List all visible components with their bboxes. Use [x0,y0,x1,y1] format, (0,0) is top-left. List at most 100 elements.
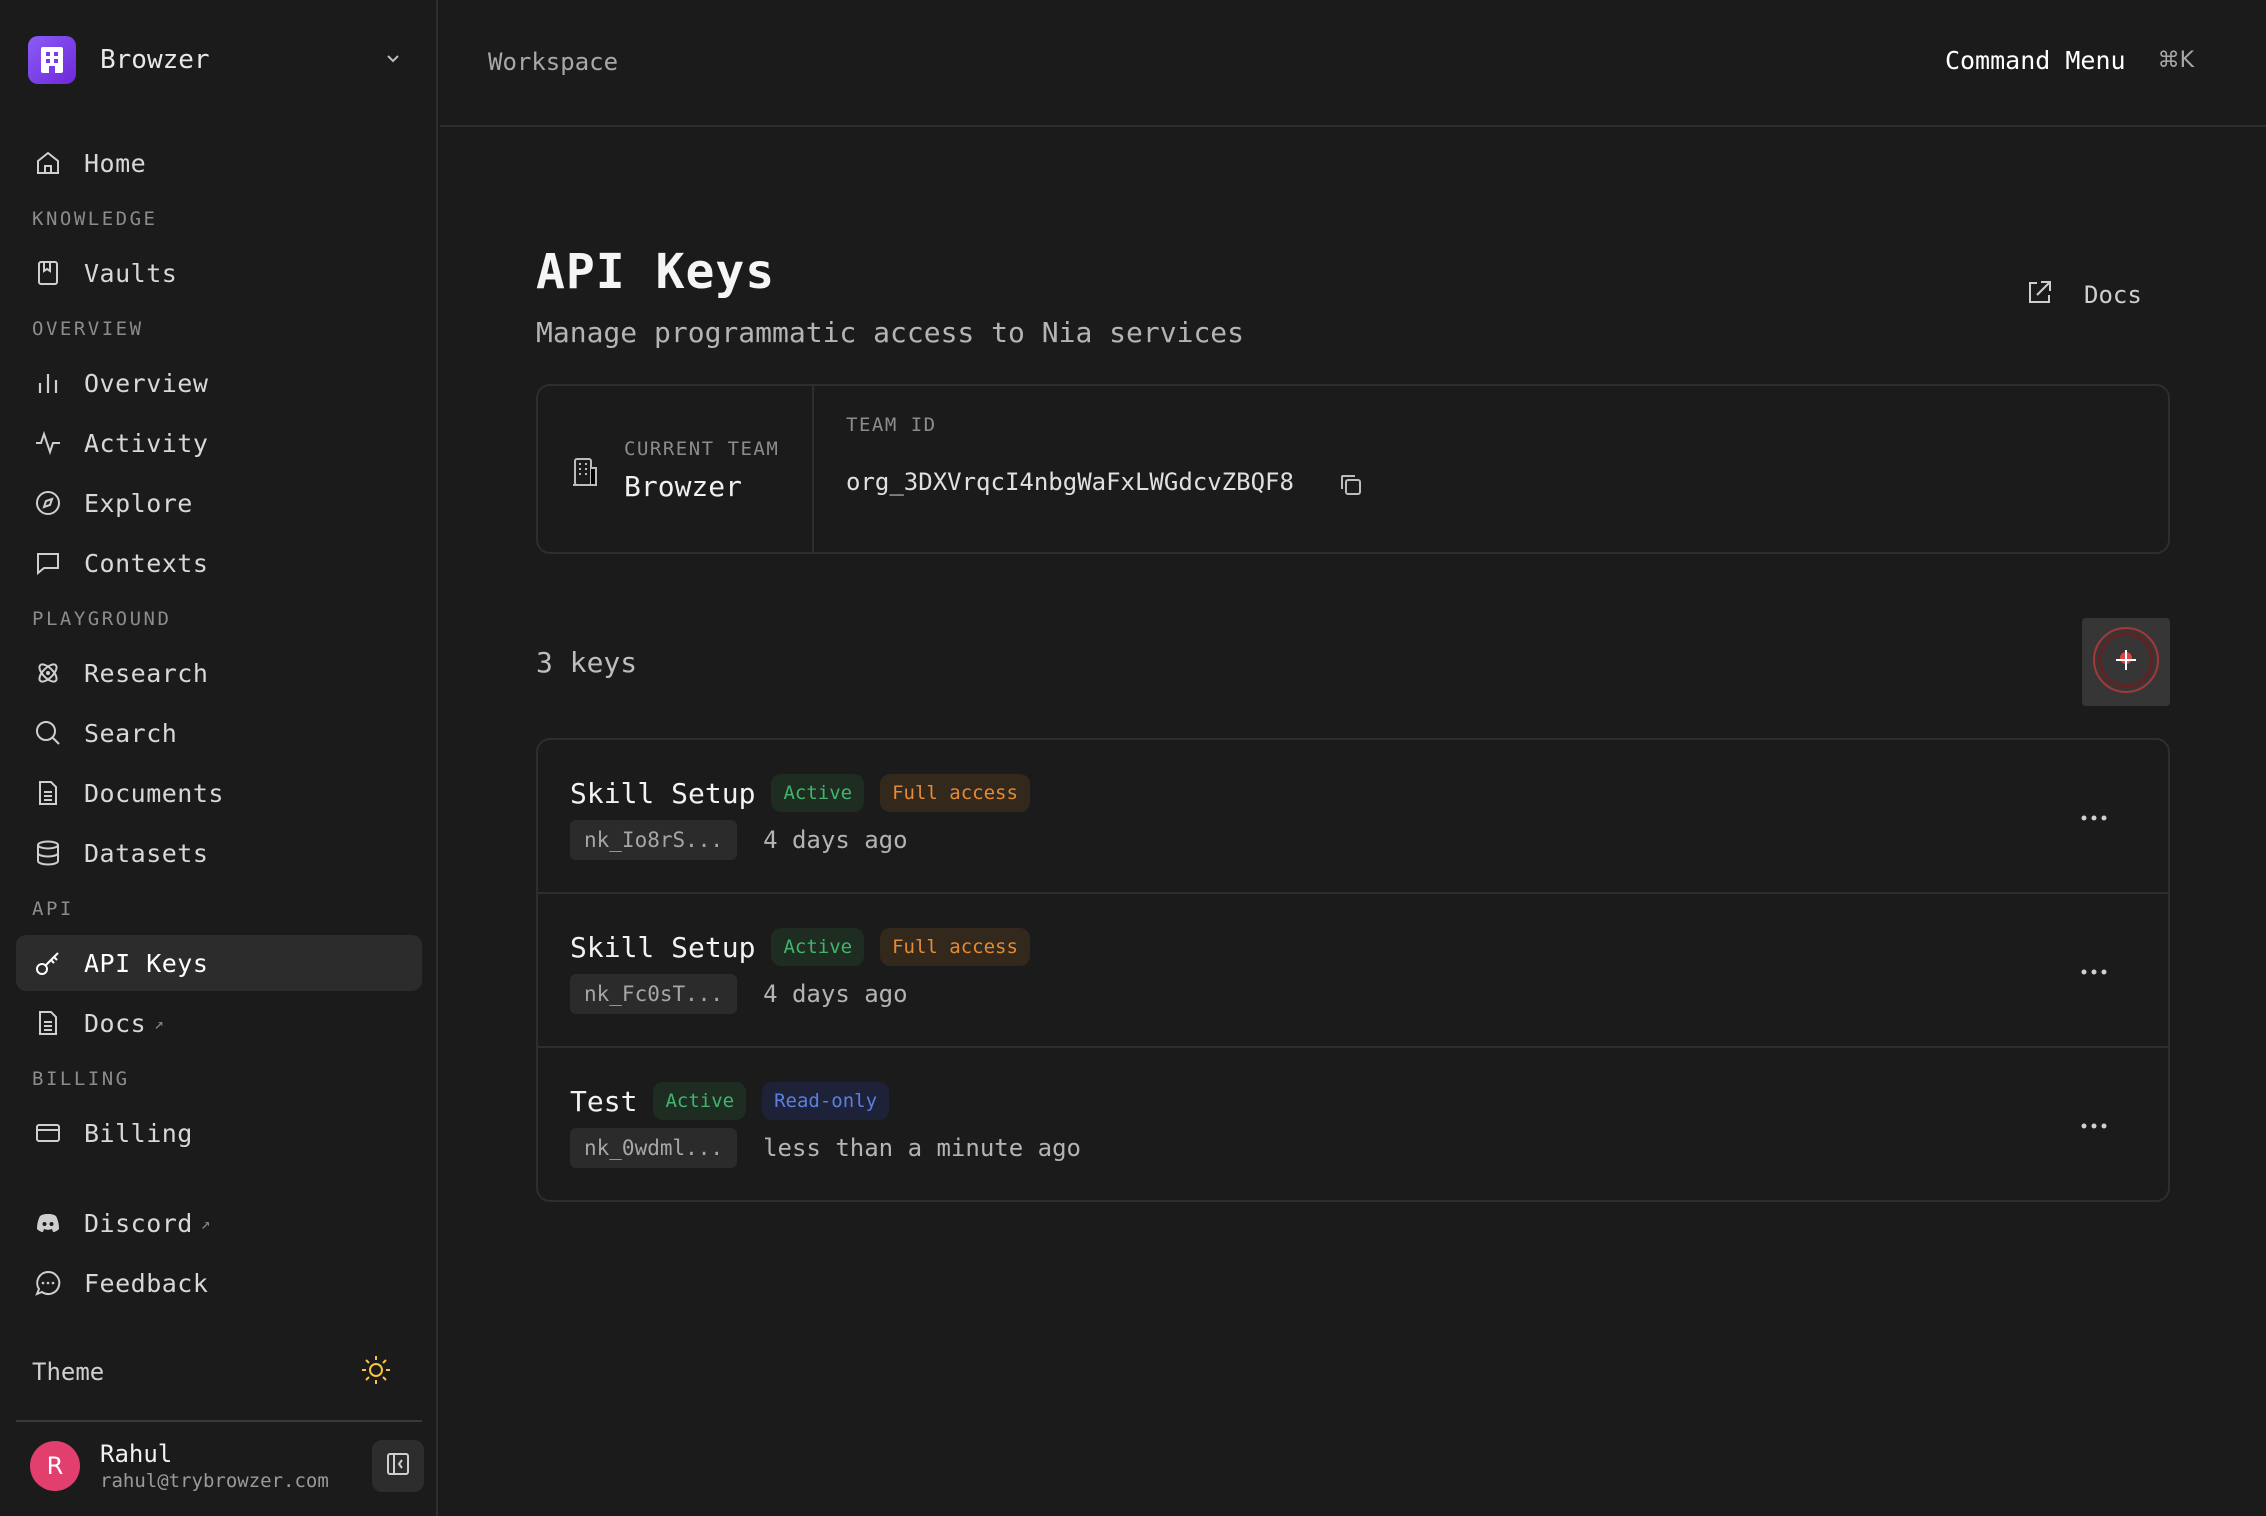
user-info: Rahul rahul@trybrowzer.com [100,1440,329,1492]
key-count: 3 keys [536,646,638,679]
building-icon [570,456,600,492]
sidebar-item-documents[interactable]: Documents [16,765,422,821]
sidebar-item-home[interactable]: Home [16,135,422,191]
command-menu-button[interactable]: Command Menu ⌘K [1945,46,2194,75]
sidebar-item-contexts[interactable]: Contexts [16,535,422,591]
more-options-button[interactable] [2074,950,2114,990]
chevron-down-icon [384,49,402,71]
sidebar-item-label: Contexts [84,548,209,578]
more-options-button[interactable] [2074,1104,2114,1144]
bar-chart-icon [32,367,64,399]
api-keys-list: Skill Setup Active Full access nk_Io8rS.… [536,738,2170,1202]
search-icon [32,717,64,749]
team-id-label: TEAM ID [846,414,937,436]
status-badge: Active [653,1082,747,1120]
sidebar-item-label: API Keys [84,948,209,978]
panel-left-icon [385,1451,411,1481]
shortcut-hint: ⌘K [2157,48,2194,73]
team-card: CURRENT TEAM Browzer TEAM ID org_3DXVrqc… [536,384,2170,554]
sidebar-item-datasets[interactable]: Datasets [16,825,422,881]
message-circle-icon [32,1267,64,1299]
sidebar-item-label: Search [84,718,178,748]
current-team-label: CURRENT TEAM [624,438,780,460]
sidebar-item-vaults[interactable]: Vaults [16,245,422,301]
key-prefix: nk_Io8rS... [570,820,738,860]
copy-icon[interactable] [1338,472,1364,502]
key-prefix: nk_Fc0sT... [570,974,738,1014]
atom-icon [32,657,64,689]
user-menu[interactable]: R Rahul rahul@trybrowzer.com [30,1436,424,1496]
section-knowledge: KNOWLEDGE [32,208,158,230]
section-api: API [32,898,74,920]
credit-card-icon [32,1117,64,1149]
more-horizontal-icon [2080,961,2108,980]
sidebar-item-activity[interactable]: Activity [16,415,422,471]
sidebar: Browzer Home KNOWLEDGE Vaults OVERVIEW O… [0,0,438,1516]
access-badge: Read-only [762,1082,890,1120]
access-badge: Full access [880,928,1030,966]
theme-label: Theme [32,1358,105,1386]
status-badge: Active [771,774,865,812]
section-playground: PLAYGROUND [32,608,172,630]
access-badge: Full access [880,774,1030,812]
sidebar-item-label: Discord [84,1208,193,1238]
sidebar-item-label: Home [84,148,147,178]
top-header: Workspace Command Menu ⌘K [440,0,2266,127]
table-row[interactable]: Skill Setup Active Full access nk_Io8rS.… [538,740,2168,894]
user-email: rahul@trybrowzer.com [100,1470,329,1492]
sidebar-item-discord[interactable]: Discord ↗ [16,1195,422,1251]
team-id-value: org_3DXVrqcI4nbgWaFxLWGdcvZBQF8 [846,468,1294,496]
key-created: 4 days ago [763,980,908,1008]
table-row[interactable]: Test Active Read-only nk_0wdml... less t… [538,1048,2168,1200]
org-name: Browzer [100,45,210,75]
file-text-icon [32,1007,64,1039]
collapse-sidebar-button[interactable] [372,1440,424,1492]
file-text-icon [32,777,64,809]
docs-link[interactable]: Docs [2024,278,2142,312]
discord-icon [32,1207,64,1239]
create-key-button[interactable] [2082,618,2170,706]
sidebar-item-search[interactable]: Search [16,705,422,761]
theme-row: Theme [32,1350,392,1394]
sidebar-item-feedback[interactable]: Feedback [16,1255,422,1311]
page-subtitle: Manage programmatic access to Nia servic… [536,316,1245,349]
external-link-icon [2024,278,2054,312]
sidebar-item-explore[interactable]: Explore [16,475,422,531]
sidebar-item-label: Activity [84,428,209,458]
more-horizontal-icon [2080,807,2108,826]
sidebar-item-label: Docs [84,1008,147,1038]
docs-link-label: Docs [2084,281,2142,309]
sidebar-item-docs[interactable]: Docs ↗ [16,995,422,1051]
sidebar-item-label: Billing [84,1118,193,1148]
command-menu-label: Command Menu [1944,46,2126,75]
sidebar-item-overview[interactable]: Overview [16,355,422,411]
sidebar-item-billing[interactable]: Billing [16,1105,422,1161]
book-icon [32,257,64,289]
current-team-name: Browzer [624,470,743,503]
sidebar-item-label: Datasets [84,838,209,868]
target-cursor-icon [2086,620,2166,704]
org-switcher[interactable]: Browzer [28,36,412,84]
sidebar-item-api-keys[interactable]: API Keys [16,935,422,991]
table-row[interactable]: Skill Setup Active Full access nk_Fc0sT.… [538,894,2168,1048]
external-link-icon: ↗ [200,1213,211,1233]
user-name: Rahul [100,1440,173,1468]
divider [16,1420,422,1422]
key-name: Skill Setup [570,930,756,964]
sidebar-item-label: Documents [84,778,224,808]
sidebar-item-label: Feedback [84,1268,209,1298]
sun-icon[interactable] [360,1354,392,1390]
message-square-icon [32,547,64,579]
sidebar-item-research[interactable]: Research [16,645,422,701]
database-icon [32,837,64,869]
breadcrumb[interactable]: Workspace [488,48,618,76]
home-icon [32,147,64,179]
more-options-button[interactable] [2074,796,2114,836]
key-prefix: nk_0wdml... [570,1128,738,1168]
org-logo-icon [28,36,76,84]
activity-icon [32,427,64,459]
sidebar-item-label: Overview [84,368,209,398]
sidebar-item-label: Explore [84,488,193,518]
more-horizontal-icon [2080,1115,2108,1134]
section-overview: OVERVIEW [32,318,144,340]
